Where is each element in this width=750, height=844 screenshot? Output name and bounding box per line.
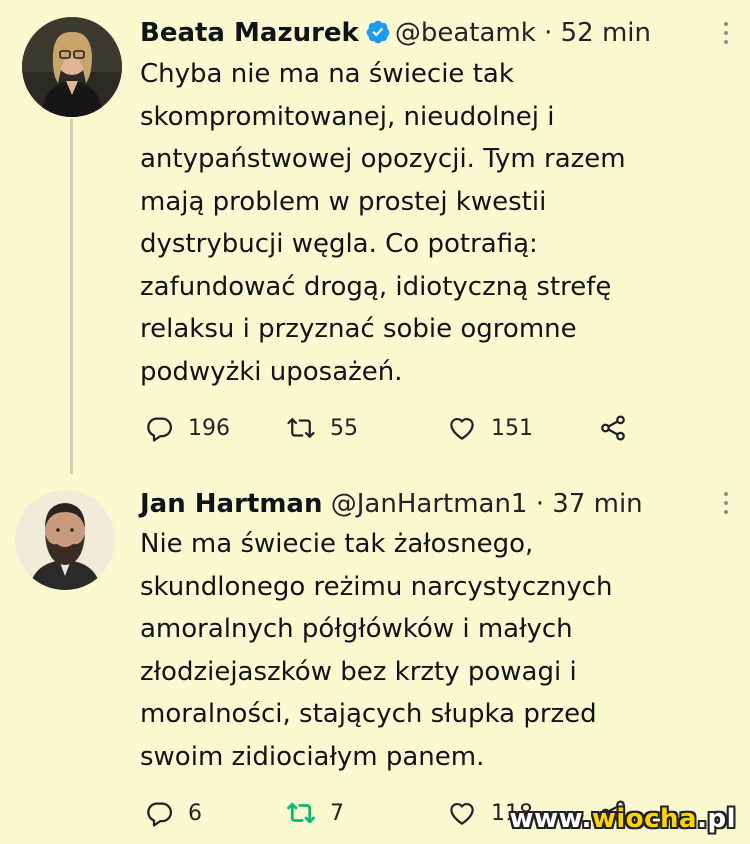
heart-icon: [450, 802, 474, 825]
retweet-count: 7: [330, 800, 344, 826]
share-icon: [601, 415, 625, 441]
tweet-header: Jan Hartman @JanHartman1 · 37 min: [140, 487, 643, 521]
reply-count: 196: [188, 415, 230, 441]
watermark-brand: wiocha: [591, 804, 698, 834]
watermark-prefix: www.: [509, 804, 592, 834]
share-button[interactable]: [598, 411, 642, 445]
heart-icon: [450, 417, 474, 440]
reply-count: 6: [188, 800, 202, 826]
more-options-icon[interactable]: [722, 22, 730, 48]
reply-icon: [147, 802, 172, 827]
retweet-button[interactable]: 55: [286, 411, 358, 445]
like-button[interactable]: 151: [447, 411, 533, 445]
tweet-header: Beata Mazurek @beatamk · 52 min: [140, 16, 651, 50]
watermark-suffix: .pl: [697, 804, 736, 834]
author-handle[interactable]: @JanHartman1: [331, 489, 528, 519]
author-handle[interactable]: @beatamk: [395, 18, 536, 48]
reply-button[interactable]: 6: [144, 796, 202, 830]
tweet-text: Nie ma świecie tak żałosnego, skundloneg…: [140, 529, 613, 772]
separator-dot: ·: [535, 489, 545, 519]
reply-button[interactable]: 196: [144, 411, 230, 445]
retweet-icon: [287, 418, 315, 438]
tweet-1[interactable]: Beata Mazurek @beatamk · 52 min Chyba nie…: [0, 0, 750, 480]
retweet-button[interactable]: 7: [286, 796, 344, 830]
author-name[interactable]: Beata Mazurek: [140, 18, 359, 48]
tweet-actions: 196 55 151: [140, 411, 700, 445]
tweet-text: Chyba nie ma na świecie tak skompromitow…: [140, 59, 626, 387]
verified-badge-icon: [365, 19, 391, 45]
more-options-icon[interactable]: [722, 492, 730, 518]
tweet-2[interactable]: Jan Hartman @JanHartman1 · 37 min Nie ma…: [0, 480, 750, 844]
avatar-beata-mazurek[interactable]: [22, 17, 122, 117]
author-name[interactable]: Jan Hartman: [140, 489, 322, 519]
avatar-jan-hartman[interactable]: [15, 490, 115, 590]
timestamp[interactable]: 52 min: [561, 18, 651, 48]
site-watermark: www.wiocha.pl: [510, 804, 736, 834]
like-count: 151: [491, 415, 533, 441]
reply-icon: [147, 417, 172, 442]
retweet-count: 55: [330, 415, 358, 441]
timestamp[interactable]: 37 min: [552, 489, 642, 519]
separator-dot: ·: [544, 18, 553, 48]
retweet-icon: [287, 802, 315, 824]
